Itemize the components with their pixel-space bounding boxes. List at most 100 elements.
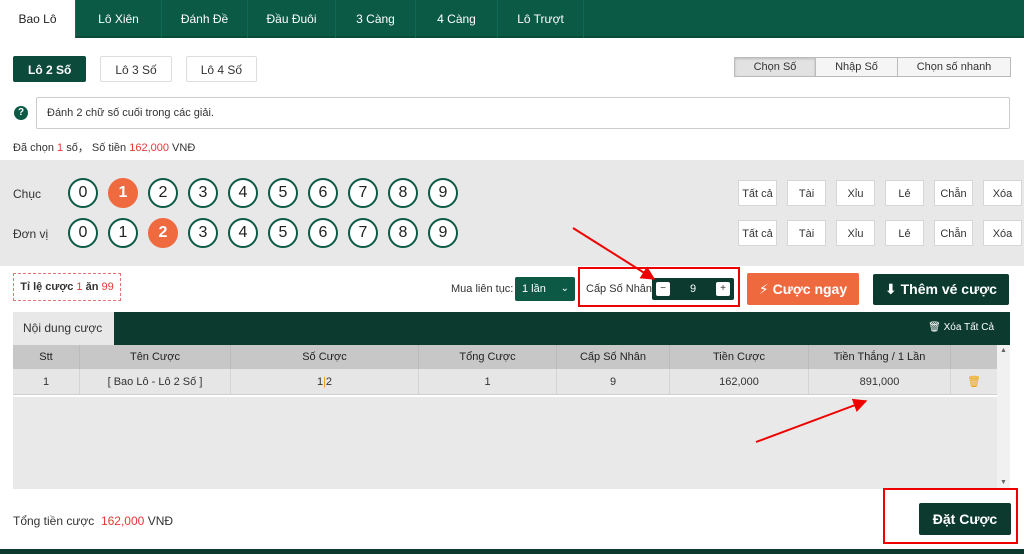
cell-cap-so-nhan: 9	[557, 369, 670, 394]
selection-summary: Đã chọn 1 số， Số tiền 162,000 VNĐ	[13, 139, 195, 155]
trash-icon[interactable]: 🗑	[951, 369, 997, 394]
tab-bao-lo[interactable]: Bao Lô	[0, 0, 76, 38]
quick-select-button[interactable]: Chẵn	[934, 180, 973, 206]
cell-stt: 1	[13, 369, 80, 394]
tab-lo-truot[interactable]: Lô Trượt	[498, 0, 584, 38]
place-bet-button[interactable]: Đặt Cược	[919, 503, 1011, 535]
clear-all-button[interactable]: 🗑 Xóa Tất Cả	[928, 322, 994, 333]
ratio-a: 1	[76, 281, 83, 293]
ratio-mid: ăn	[85, 281, 99, 293]
quick-select-button[interactable]: Xóa	[983, 220, 1022, 246]
subtab-lo-2-so[interactable]: Lô 2 Số	[13, 56, 87, 82]
digit-ball[interactable]: 5	[268, 178, 298, 208]
digit-ball[interactable]: 1	[108, 218, 138, 248]
quick-select-button[interactable]: Chẵn	[934, 220, 973, 246]
tab-dau-duoi[interactable]: Đầu Đuôi	[248, 0, 336, 38]
th-stt: Stt	[13, 345, 80, 369]
summary-unit: số， Số tiền	[66, 142, 127, 154]
digit-ball[interactable]: 6	[308, 218, 338, 248]
digit-ball[interactable]: 9	[428, 178, 458, 208]
th-tong-cuoc: Tổng Cược	[419, 345, 557, 369]
total-bet: Tổng tiền cược 162,000 VNĐ	[13, 514, 173, 528]
digit-ball[interactable]: 0	[68, 218, 98, 248]
tab-3-cang[interactable]: 3 Càng	[336, 0, 416, 38]
ratio-label: Tỉ lệ cược	[20, 281, 74, 293]
quick-select-button[interactable]: Tất cả	[738, 180, 777, 206]
th-cap-so-nhan: Cấp Số Nhân	[557, 345, 670, 369]
th-action	[951, 345, 997, 369]
digit-ball[interactable]: 3	[188, 178, 218, 208]
bet-table: Stt Tên Cược Số Cược Tổng Cược Cấp Số Nh…	[13, 345, 997, 395]
digit-ball[interactable]: 6	[308, 178, 338, 208]
question-circle-icon[interactable]: ?	[14, 106, 28, 120]
summary-prefix: Đã chọn	[13, 142, 54, 154]
digit-ball[interactable]: 7	[348, 218, 378, 248]
quick-select-button[interactable]: Lẻ	[885, 180, 924, 206]
quick-select-button[interactable]: Tất cả	[738, 220, 777, 246]
row-label-chuc: Chục	[13, 187, 42, 201]
quick-select-button[interactable]: Xỉu	[836, 180, 875, 206]
tab-4-cang[interactable]: 4 Càng	[416, 0, 498, 38]
summary-amount: 162,000	[129, 142, 169, 154]
multiplier-highlight: Cấp Số Nhân − 9 +	[578, 267, 740, 307]
summary-count: 1	[57, 142, 64, 154]
bet-description: Đánh 2 chữ số cuối trong các giải.	[36, 97, 1010, 129]
digit-ball[interactable]: 1	[108, 178, 138, 208]
game-tabs: Bao Lô Lô Xiên Đánh Đề Đầu Đuôi 3 Càng 4…	[0, 0, 1024, 38]
number-picker-panel: Chục 0123456789 Tất cả Tài Xỉu Lẻ Chẵn Xóa Đơ…	[0, 160, 1024, 266]
table-row: 1 [ Bao Lô - Lô 2 Số ] 1|2 1 9 162,000 8…	[13, 369, 997, 395]
multiplier-stepper: − 9 +	[652, 278, 734, 300]
chevron-down-icon: ⌄	[560, 283, 569, 294]
multiplier-input[interactable]: 9	[676, 278, 710, 300]
digit-ball[interactable]: 4	[228, 218, 258, 248]
tab-noi-dung-cuoc[interactable]: Nội dung cược	[13, 312, 114, 345]
multiplier-plus-button[interactable]: +	[716, 282, 730, 296]
cell-so-cuoc: 1|2	[231, 369, 419, 394]
table-scrollbar[interactable]: ▲ ▼	[997, 345, 1010, 489]
cell-so-cuoc-b: 2	[325, 376, 333, 388]
quick-select-button[interactable]: Xỉu	[836, 220, 875, 246]
quick-select-button[interactable]: Xóa	[983, 180, 1022, 206]
mode-nhap-so[interactable]: Nhập Số	[816, 58, 898, 76]
quick-buttons-don-vi: Tất cả Tài Xỉu Lẻ Chẵn Xóa	[738, 220, 1022, 246]
th-ten-cuoc: Tên Cược	[80, 345, 231, 369]
digit-ball[interactable]: 2	[148, 178, 178, 208]
add-ticket-button[interactable]: ⬇ Thêm vé cược	[873, 274, 1009, 305]
bottom-bar	[0, 549, 1024, 554]
th-tien-cuoc: Tiền Cược	[670, 345, 809, 369]
tab-lo-xien[interactable]: Lô Xiên	[76, 0, 162, 38]
quick-select-button[interactable]: Tài	[787, 180, 826, 206]
digit-ball[interactable]: 9	[428, 218, 458, 248]
digit-ball[interactable]: 2	[148, 218, 178, 248]
summary-currency: VNĐ	[172, 142, 196, 154]
digit-ball[interactable]: 8	[388, 178, 418, 208]
digit-ball[interactable]: 3	[188, 218, 218, 248]
mode-chon-so-nhanh[interactable]: Chọn số nhanh	[898, 58, 1010, 76]
subtab-lo-3-so[interactable]: Lô 3 Số	[100, 56, 172, 82]
subtab-lo-4-so[interactable]: Lô 4 Số	[185, 56, 258, 82]
bet-type-subtabs: Lô 2 Số Lô 3 Số Lô 4 Số	[13, 56, 258, 82]
th-tien-thang: Tiền Thắng / 1 Lần	[809, 345, 951, 369]
digit-row-don-vi: 0123456789	[68, 218, 458, 248]
quick-select-button[interactable]: Lẻ	[885, 220, 924, 246]
multiplier-minus-button[interactable]: −	[656, 282, 670, 296]
scroll-up-icon[interactable]: ▲	[997, 345, 1010, 357]
total-label: Tổng tiền cược	[13, 514, 95, 528]
mode-chon-so[interactable]: Chọn Số	[735, 58, 816, 76]
odds-ratio: Tỉ lệ cược 1 ăn 99	[13, 273, 121, 301]
digit-ball[interactable]: 4	[228, 178, 258, 208]
bet-now-button[interactable]: ⚡ Cược ngay	[747, 273, 859, 305]
multiplier-label: Cấp Số Nhân	[586, 283, 653, 295]
consecutive-label: Mua liên tục:	[451, 283, 514, 295]
cell-tong-cuoc: 1	[419, 369, 557, 394]
quick-select-button[interactable]: Tài	[787, 220, 826, 246]
digit-ball[interactable]: 8	[388, 218, 418, 248]
consecutive-select[interactable]: 1 lần ⌄	[515, 277, 575, 301]
digit-ball[interactable]: 7	[348, 178, 378, 208]
digit-ball[interactable]: 0	[68, 178, 98, 208]
consecutive-value: 1 lần	[522, 283, 546, 295]
input-mode-selector: Chọn Số Nhập Số Chọn số nhanh	[734, 57, 1011, 77]
digit-ball[interactable]: 5	[268, 218, 298, 248]
tab-danh-de[interactable]: Đánh Đề	[162, 0, 248, 38]
total-currency: VNĐ	[147, 514, 174, 528]
